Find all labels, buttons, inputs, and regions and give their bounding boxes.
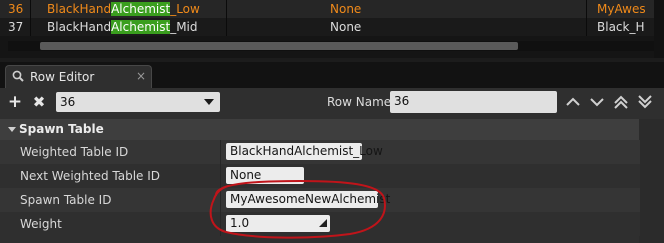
collapse-arrow-icon: [8, 127, 16, 132]
weight-number-field[interactable]: 1.0: [226, 215, 330, 232]
move-to-bottom-button[interactable]: [636, 94, 654, 110]
tab-row-editor[interactable]: Row Editor ×: [5, 65, 152, 88]
add-row-button[interactable]: +: [6, 92, 24, 112]
column-divider[interactable]: [586, 0, 587, 36]
column-divider: [220, 140, 221, 164]
weight-value: 1.0: [230, 216, 250, 230]
horizontal-scrollbar-thumb[interactable]: [40, 42, 518, 50]
double-chevron-up-icon: [614, 95, 628, 109]
row-cell: None: [330, 20, 362, 34]
move-up-button[interactable]: [564, 94, 582, 110]
section-header-spawn-table[interactable]: Spawn Table: [0, 119, 664, 140]
toolbar: + ✖ 36 Row Name: 36: [0, 88, 664, 117]
property-value-field[interactable]: None: [226, 167, 304, 184]
tab-bar: Row Editor ×: [0, 62, 664, 88]
remove-row-button[interactable]: ✖: [30, 92, 48, 112]
property-value-field[interactable]: MyAwesomeNewAlchemist: [226, 191, 390, 208]
search-highlight: Alchemist: [111, 20, 171, 34]
property-value-field[interactable]: BlackHandAlchemist_Low: [226, 143, 383, 160]
row-index: 36: [8, 2, 24, 16]
section-title: Spawn Table: [19, 122, 104, 136]
table-row[interactable]: 37 BlackHandAlchemist_Mid None Black_H: [0, 18, 664, 36]
row-cell: MyAwes: [597, 2, 646, 16]
data-table: 36 BlackHandAlchemist_Low None MyAwes 37…: [0, 0, 664, 58]
row-cell: Black_H: [597, 20, 645, 34]
column-divider: [220, 188, 221, 212]
vertical-scrollbar[interactable]: [654, 0, 664, 58]
double-chevron-down-icon: [638, 95, 652, 109]
vertical-scrollbar[interactable]: [639, 119, 664, 243]
column-divider[interactable]: [226, 0, 227, 36]
resize-grip-icon[interactable]: [319, 219, 327, 227]
move-down-button[interactable]: [588, 94, 606, 110]
column-divider: [220, 164, 221, 188]
property-label: Spawn Table ID: [20, 193, 112, 207]
row-cell: None: [330, 2, 362, 16]
tab-label: Row Editor: [30, 70, 95, 84]
property-row: Spawn Table ID MyAwesomeNewAlchemist: [0, 188, 640, 212]
property-row: Next Weighted Table ID None: [0, 164, 640, 188]
property-row: Weighted Table ID BlackHandAlchemist_Low: [0, 140, 640, 164]
close-icon[interactable]: ×: [136, 69, 146, 83]
column-divider[interactable]: [30, 0, 31, 36]
row-select-value: 36: [60, 95, 76, 109]
column-divider: [220, 212, 221, 236]
chevron-up-icon: [566, 97, 580, 106]
move-to-top-button[interactable]: [612, 94, 630, 110]
chevron-down-icon: [204, 99, 214, 105]
row-name: BlackHandAlchemist_Low: [47, 2, 200, 16]
property-label: Weighted Table ID: [20, 145, 129, 159]
row-index: 37: [8, 20, 24, 34]
property-row: Weight 1.0: [0, 212, 640, 236]
row-select-dropdown[interactable]: 36: [56, 92, 220, 112]
magnifier-icon: [12, 70, 24, 82]
row-name-input[interactable]: 36: [390, 91, 557, 113]
table-row[interactable]: 36 BlackHandAlchemist_Low None MyAwes: [0, 0, 664, 18]
property-label: Next Weighted Table ID: [20, 169, 161, 183]
row-editor-panel: + ✖ 36 Row Name: 36 Spawn Table Weighted…: [0, 88, 664, 243]
row-name-label: Row Name:: [327, 95, 396, 109]
search-highlight: Alchemist: [111, 2, 171, 16]
chevron-down-icon: [590, 98, 604, 107]
property-label: Weight: [20, 217, 62, 231]
row-name: BlackHandAlchemist_Mid: [47, 20, 198, 34]
